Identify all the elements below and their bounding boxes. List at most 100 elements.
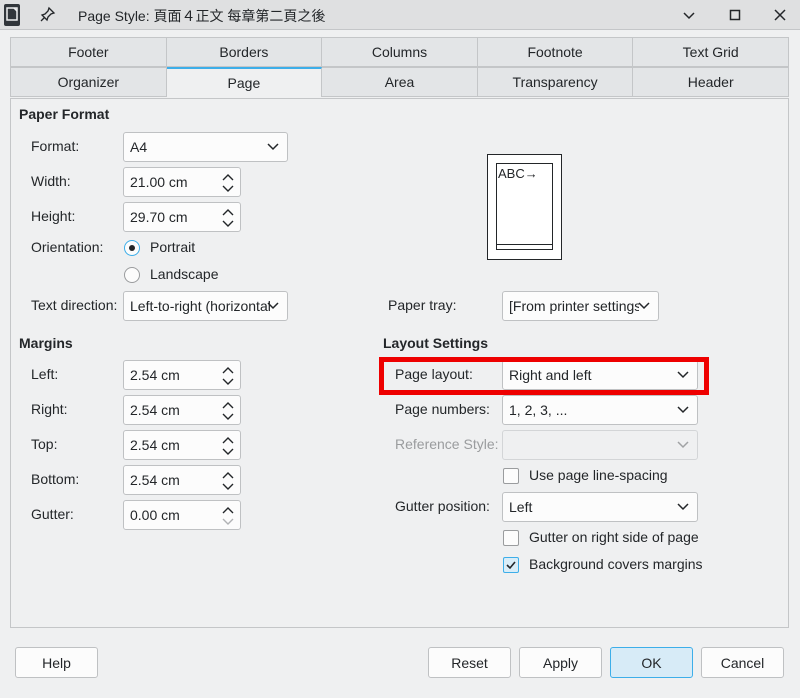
page-preview: ABC→	[487, 154, 562, 260]
spin-arrows-icon[interactable]	[222, 505, 234, 527]
spin-arrows-icon[interactable]	[222, 435, 234, 457]
margin-left-label: Left:	[31, 366, 59, 382]
use-line-spacing-label[interactable]: Use page line-spacing	[529, 467, 668, 483]
text-direction-value: Left-to-right (horizontal	[130, 298, 270, 314]
tab-row-top: Footer Borders Columns Footnote Text Gri…	[10, 37, 789, 67]
use-line-spacing-checkbox[interactable]	[503, 468, 519, 484]
maximize-icon[interactable]	[724, 4, 746, 26]
spin-arrows-icon[interactable]	[222, 365, 234, 387]
spin-arrows-icon[interactable]	[222, 470, 234, 492]
width-spinbox[interactable]: 21.00 cm	[123, 167, 241, 197]
chevron-down-icon	[638, 302, 650, 310]
title-bar: Page Style: 頁面４正文 每章第二頁之後	[0, 0, 800, 30]
tab-transparency[interactable]: Transparency	[477, 67, 634, 97]
portrait-radio[interactable]	[124, 240, 140, 256]
spin-arrows-icon[interactable]	[222, 172, 234, 194]
window-title: Page Style: 頁面４正文 每章第二頁之後	[78, 8, 326, 24]
tab-header[interactable]: Header	[633, 67, 789, 97]
tab-bar: Footer Borders Columns Footnote Text Gri…	[10, 37, 789, 99]
apply-button-label: Apply	[542, 654, 579, 671]
page-numbers-combobox[interactable]: 1, 2, 3, ...	[502, 395, 698, 425]
reference-style-combobox	[502, 430, 698, 460]
width-value: 21.00 cm	[130, 174, 188, 190]
margin-right-spinbox[interactable]: 2.54 cm	[123, 395, 241, 425]
document-icon	[4, 4, 20, 26]
chevron-down-icon	[677, 441, 689, 449]
chevron-down-icon	[677, 406, 689, 414]
format-value: A4	[130, 139, 148, 155]
gutter-right-checkbox[interactable]	[503, 530, 519, 546]
margin-top-value: 2.54 cm	[130, 437, 180, 453]
text-direction-label: Text direction:	[31, 297, 118, 313]
checkmark-icon	[506, 561, 516, 570]
margin-bottom-spinbox[interactable]: 2.54 cm	[123, 465, 241, 495]
help-button-label: Help	[42, 654, 71, 671]
margin-left-value: 2.54 cm	[130, 367, 180, 383]
paper-tray-label: Paper tray:	[388, 297, 457, 313]
background-covers-label[interactable]: Background covers margins	[529, 556, 703, 572]
page-tab-panel: Paper Format Format: A4 Width: 21.00 cm …	[10, 98, 789, 628]
cancel-button[interactable]: Cancel	[701, 647, 784, 678]
margin-top-label: Top:	[31, 436, 58, 452]
gutter-position-combobox[interactable]: Left	[502, 492, 698, 522]
cancel-button-label: Cancel	[720, 654, 765, 671]
page-preview-sheet: ABC→	[496, 163, 553, 250]
format-label: Format:	[31, 138, 80, 154]
chevron-down-icon	[267, 302, 279, 310]
paper-format-title: Paper Format	[19, 106, 110, 122]
margin-right-label: Right:	[31, 401, 68, 417]
format-combobox[interactable]: A4	[123, 132, 288, 162]
apply-button[interactable]: Apply	[519, 647, 602, 678]
margin-bottom-value: 2.54 cm	[130, 472, 180, 488]
margin-left-spinbox[interactable]: 2.54 cm	[123, 360, 241, 390]
page-numbers-value: 1, 2, 3, ...	[509, 402, 568, 418]
page-layout-highlight	[379, 357, 709, 395]
background-covers-checkbox[interactable]	[503, 557, 519, 573]
spin-arrows-icon[interactable]	[222, 400, 234, 422]
reset-button-label: Reset	[451, 654, 488, 671]
tab-footnote[interactable]: Footnote	[477, 37, 634, 67]
orientation-label: Orientation:	[31, 239, 104, 255]
reset-button[interactable]: Reset	[428, 647, 511, 678]
gutter-spinbox[interactable]: 0.00 cm	[123, 500, 241, 530]
preview-footer-line	[497, 244, 552, 245]
tab-area[interactable]: Area	[322, 67, 478, 97]
minimize-icon[interactable]	[678, 4, 700, 26]
landscape-radio[interactable]	[124, 267, 140, 283]
gutter-value: 0.00 cm	[130, 507, 180, 523]
tab-columns[interactable]: Columns	[322, 37, 478, 67]
paper-tray-combobox[interactable]: [From printer settings]	[502, 291, 659, 321]
tab-text-grid[interactable]: Text Grid	[633, 37, 789, 67]
preview-text: ABC→	[498, 166, 538, 181]
spin-arrows-icon[interactable]	[222, 207, 234, 229]
page-numbers-label: Page numbers:	[395, 401, 490, 417]
text-direction-combobox[interactable]: Left-to-right (horizontal	[123, 291, 288, 321]
gutter-right-label[interactable]: Gutter on right side of page	[529, 529, 699, 545]
layout-settings-title: Layout Settings	[383, 335, 489, 351]
ok-button-label: OK	[641, 654, 662, 671]
ok-button[interactable]: OK	[610, 647, 693, 678]
height-value: 29.70 cm	[130, 209, 188, 225]
gutter-position-value: Left	[509, 499, 533, 515]
margin-top-spinbox[interactable]: 2.54 cm	[123, 430, 241, 460]
reference-style-label: Reference Style:	[395, 436, 499, 452]
chevron-down-icon	[677, 503, 689, 511]
pin-icon[interactable]	[40, 6, 56, 22]
tab-row-bottom: Organizer Page Area Transparency Header	[10, 67, 789, 97]
gutter-position-label: Gutter position:	[395, 498, 490, 514]
tab-page[interactable]: Page	[166, 67, 323, 97]
gutter-label: Gutter:	[31, 506, 74, 522]
close-icon[interactable]	[769, 4, 791, 26]
height-label: Height:	[31, 208, 76, 224]
height-spinbox[interactable]: 29.70 cm	[123, 202, 241, 232]
tab-organizer[interactable]: Organizer	[10, 67, 167, 97]
landscape-label[interactable]: Landscape	[150, 266, 219, 282]
paper-tray-value: [From printer settings]	[509, 298, 639, 314]
margins-title: Margins	[19, 335, 73, 351]
help-button[interactable]: Help	[15, 647, 98, 678]
tab-borders[interactable]: Borders	[166, 37, 323, 67]
chevron-down-icon	[267, 143, 279, 151]
margin-bottom-label: Bottom:	[31, 471, 80, 487]
portrait-label[interactable]: Portrait	[150, 239, 195, 255]
tab-footer[interactable]: Footer	[10, 37, 167, 67]
